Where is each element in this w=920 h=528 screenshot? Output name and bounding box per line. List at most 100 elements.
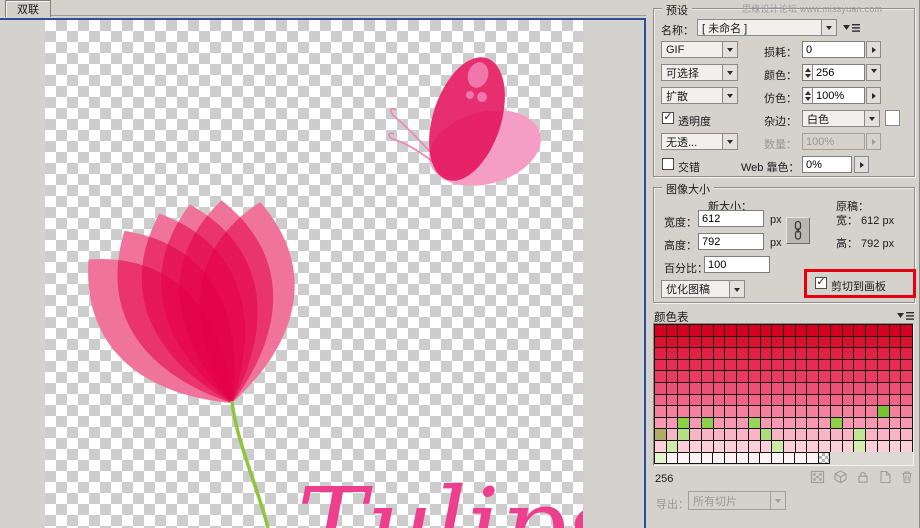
color-swatch[interactable]	[772, 383, 783, 394]
color-swatch[interactable]	[737, 441, 748, 452]
color-swatch[interactable]	[655, 429, 666, 440]
dither-slider-button[interactable]	[866, 87, 881, 104]
color-swatch[interactable]	[667, 453, 678, 464]
color-swatch[interactable]	[667, 418, 678, 429]
color-swatch[interactable]	[854, 429, 865, 440]
color-swatch[interactable]	[678, 395, 689, 406]
color-swatch[interactable]	[725, 325, 736, 336]
color-swatch[interactable]	[784, 453, 795, 464]
color-swatch[interactable]	[807, 441, 818, 452]
color-swatch[interactable]	[655, 360, 666, 371]
color-swatch[interactable]	[737, 453, 748, 464]
color-swatch[interactable]	[796, 348, 807, 359]
color-swatch[interactable]	[714, 441, 725, 452]
delete-color-icon[interactable]	[900, 470, 914, 484]
color-swatch[interactable]	[655, 325, 666, 336]
color-swatch[interactable]	[784, 395, 795, 406]
color-swatch[interactable]	[714, 418, 725, 429]
color-swatch[interactable]	[878, 406, 889, 417]
color-swatch[interactable]	[749, 453, 760, 464]
color-swatch[interactable]	[714, 325, 725, 336]
color-swatch[interactable]	[807, 395, 818, 406]
color-swatch[interactable]	[901, 429, 912, 440]
color-swatch[interactable]	[714, 360, 725, 371]
color-swatch[interactable]	[807, 348, 818, 359]
color-swatch[interactable]	[655, 406, 666, 417]
color-swatch[interactable]	[725, 337, 736, 348]
color-swatch[interactable]	[890, 325, 901, 336]
color-swatch[interactable]	[878, 360, 889, 371]
color-swatch[interactable]	[760, 453, 771, 464]
color-swatch[interactable]	[866, 360, 877, 371]
color-swatch[interactable]	[843, 429, 854, 440]
color-swatch[interactable]	[901, 395, 912, 406]
transparency-dither-combo[interactable]: 无透...	[661, 133, 738, 150]
color-swatch[interactable]	[667, 406, 678, 417]
color-swatch[interactable]	[749, 418, 760, 429]
color-swatch[interactable]	[655, 337, 666, 348]
color-swatch[interactable]	[690, 429, 701, 440]
color-swatch[interactable]	[878, 395, 889, 406]
color-swatch[interactable]	[678, 383, 689, 394]
color-swatch[interactable]	[819, 383, 830, 394]
color-swatch[interactable]	[737, 418, 748, 429]
color-swatch[interactable]	[702, 453, 713, 464]
color-swatch[interactable]	[737, 406, 748, 417]
matte-color-swatch[interactable]	[885, 110, 900, 126]
color-swatch[interactable]	[819, 441, 830, 452]
color-swatch[interactable]	[714, 371, 725, 382]
color-swatch[interactable]	[796, 371, 807, 382]
color-swatch[interactable]	[807, 406, 818, 417]
color-swatch[interactable]	[749, 406, 760, 417]
color-swatch[interactable]	[843, 325, 854, 336]
color-swatch[interactable]	[761, 429, 772, 440]
color-swatch[interactable]	[796, 337, 807, 348]
color-swatch[interactable]	[690, 348, 701, 359]
color-swatch[interactable]	[890, 348, 901, 359]
color-swatch[interactable]	[702, 337, 713, 348]
clip-to-artboard-checkbox[interactable]	[815, 277, 827, 289]
color-swatch[interactable]	[901, 337, 912, 348]
color-swatch[interactable]	[796, 383, 807, 394]
color-swatch[interactable]	[667, 360, 678, 371]
color-swatch[interactable]	[725, 441, 736, 452]
color-swatch[interactable]	[702, 418, 713, 429]
color-swatch[interactable]	[678, 337, 689, 348]
color-swatch[interactable]	[702, 325, 713, 336]
color-swatch[interactable]	[890, 337, 901, 348]
color-swatch[interactable]	[737, 337, 748, 348]
color-swatch[interactable]	[878, 337, 889, 348]
color-swatch[interactable]	[667, 348, 678, 359]
color-swatch[interactable]	[901, 406, 912, 417]
color-swatch[interactable]	[737, 371, 748, 382]
web-snap-input[interactable]	[803, 157, 851, 172]
color-swatch[interactable]	[890, 360, 901, 371]
color-swatch[interactable]	[890, 406, 901, 417]
color-swatch[interactable]	[714, 406, 725, 417]
color-swatch[interactable]	[690, 395, 701, 406]
color-swatch[interactable]	[890, 371, 901, 382]
color-swatch[interactable]	[831, 348, 842, 359]
dither-stepper[interactable]	[803, 88, 813, 103]
format-dropdown-arrow[interactable]	[722, 42, 737, 57]
color-swatch[interactable]	[901, 371, 912, 382]
color-swatch[interactable]	[866, 337, 877, 348]
color-swatch[interactable]	[843, 383, 854, 394]
color-swatch[interactable]	[831, 395, 842, 406]
color-swatch[interactable]	[819, 429, 830, 440]
color-swatch[interactable]	[678, 360, 689, 371]
color-swatch[interactable]	[890, 429, 901, 440]
color-swatch[interactable]	[667, 337, 678, 348]
color-swatch[interactable]	[866, 429, 877, 440]
color-swatch[interactable]	[714, 395, 725, 406]
color-swatch[interactable]	[772, 371, 783, 382]
color-swatch[interactable]	[690, 371, 701, 382]
color-swatch[interactable]	[784, 360, 795, 371]
color-swatch[interactable]	[678, 441, 689, 452]
color-swatch[interactable]	[667, 371, 678, 382]
color-swatch[interactable]	[854, 383, 865, 394]
color-swatch[interactable]	[878, 383, 889, 394]
color-swatch[interactable]	[714, 383, 725, 394]
color-swatch[interactable]	[678, 325, 689, 336]
color-swatch[interactable]	[796, 441, 807, 452]
